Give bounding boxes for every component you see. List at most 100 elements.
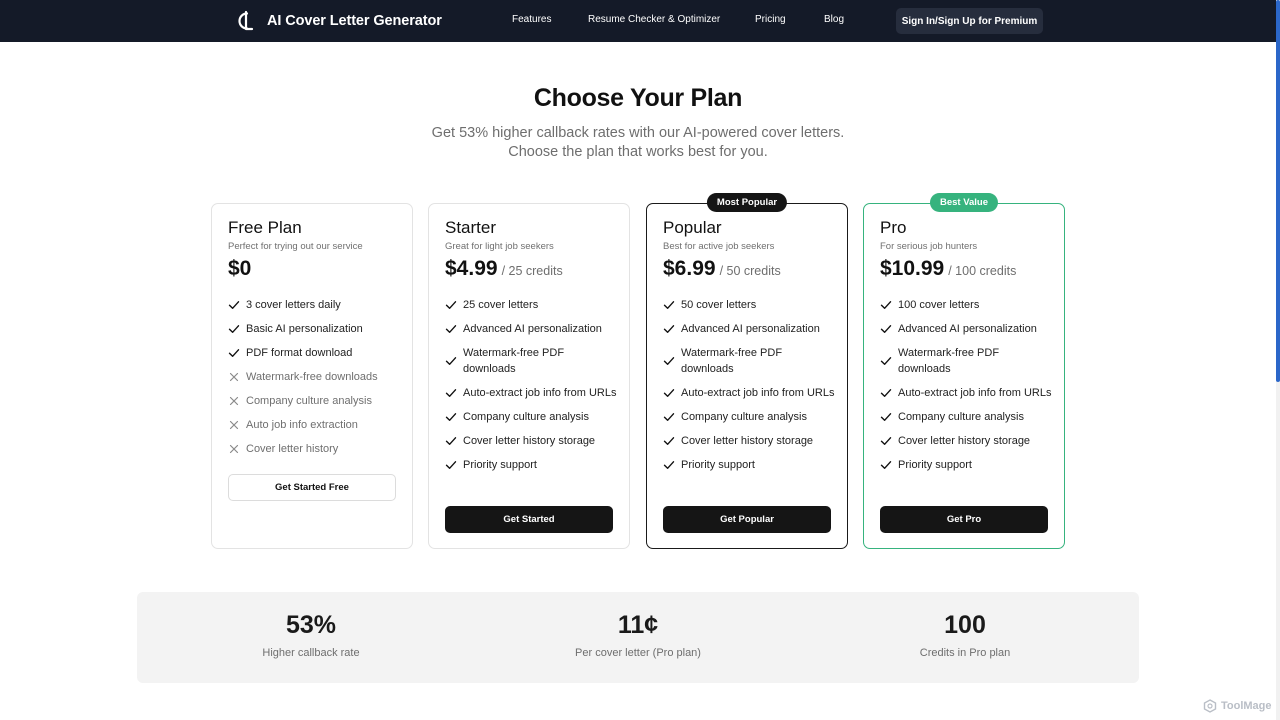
plan-name: Starter	[445, 218, 497, 237]
feature-text: Company culture analysis	[898, 411, 1024, 423]
stat-label: Per cover letter (Pro plan)	[575, 647, 701, 659]
feature-text: 3 cover letters daily	[246, 299, 341, 311]
x-icon	[228, 443, 240, 455]
check-icon	[228, 323, 240, 335]
check-icon	[445, 459, 457, 471]
get-popular-button[interactable]: Get Popular	[663, 506, 831, 533]
stat-label: Higher callback rate	[262, 647, 360, 659]
feature-item: Company culture analysis	[445, 409, 617, 425]
feature-text: Auto-extract job info from URLs	[463, 387, 617, 399]
check-icon	[880, 435, 892, 447]
feature-item: Auto-extract job info from URLs	[445, 385, 617, 401]
feature-text: Watermark-free PDF downloads	[463, 347, 565, 375]
check-icon	[880, 411, 892, 423]
subtitle-line-2: Choose the plan that works best for you.	[508, 144, 768, 160]
price-amount: $4.99	[445, 257, 498, 280]
check-icon	[445, 387, 457, 399]
cl-logo-icon	[236, 10, 256, 32]
feature-item: Advanced AI personalization	[880, 321, 1052, 337]
nav-link-pricing[interactable]: Pricing	[755, 14, 786, 25]
price-unit: / 50 credits	[719, 264, 781, 278]
get-pro-button[interactable]: Get Pro	[880, 506, 1048, 533]
feature-item: 3 cover letters daily	[228, 297, 400, 313]
subtitle-line-1: Get 53% higher callback rates with our A…	[431, 125, 845, 141]
check-icon	[445, 411, 457, 423]
brand[interactable]: AI Cover Letter Generator	[236, 10, 442, 32]
feature-item: Company culture analysis	[228, 393, 400, 409]
feature-item: Priority support	[663, 457, 835, 473]
price-amount: $0	[228, 257, 252, 280]
stat-value: 100	[944, 611, 986, 639]
brand-title: AI Cover Letter Generator	[267, 13, 442, 29]
price-unit: / 100 credits	[948, 264, 1017, 278]
feature-item: Watermark-free PDF downloads	[880, 345, 1052, 377]
x-icon	[228, 419, 240, 431]
check-icon	[880, 299, 892, 311]
plan-description: Best for active job seekers	[663, 241, 775, 252]
feature-item: Auto-extract job info from URLs	[880, 385, 1052, 401]
nav-link-features[interactable]: Features	[512, 14, 551, 25]
feature-item: Cover letter history storage	[880, 433, 1052, 449]
feature-text: Auto-extract job info from URLs	[898, 387, 1052, 399]
feature-list: 50 cover letters Advanced AI personalizat…	[663, 297, 835, 481]
price-amount: $6.99	[663, 257, 716, 280]
feature-item: Company culture analysis	[880, 409, 1052, 425]
feature-item: 25 cover letters	[445, 297, 617, 313]
feature-text: Company culture analysis	[246, 395, 372, 407]
feature-list: 100 cover letters Advanced AI personaliza…	[880, 297, 1052, 481]
check-icon	[445, 435, 457, 447]
feature-item: Advanced AI personalization	[445, 321, 617, 337]
check-icon	[663, 355, 675, 367]
feature-text: Cover letter history storage	[898, 435, 1031, 447]
check-icon	[445, 355, 457, 367]
plan-card-starter: Starter Great for light job seekers $4.9…	[428, 203, 630, 549]
check-icon	[880, 459, 892, 471]
most-popular-badge: Most Popular	[706, 193, 788, 212]
plan-name: Popular	[663, 218, 722, 237]
nav-link-blog[interactable]: Blog	[824, 14, 844, 25]
check-icon	[880, 355, 892, 367]
plan-price: $4.99 / 25 credits	[445, 257, 563, 281]
top-navbar: AI Cover Letter Generator Features Resum…	[0, 0, 1276, 42]
check-icon	[663, 435, 675, 447]
feature-text: Advanced AI personalization	[463, 323, 602, 335]
feature-list: 3 cover letters daily Basic AI personaliz…	[228, 297, 400, 465]
x-icon	[228, 371, 240, 383]
plan-name: Free Plan	[228, 218, 302, 237]
stat-label: Credits in Pro plan	[919, 647, 1011, 659]
plan-card-free: Free Plan Perfect for trying out our ser…	[211, 203, 413, 549]
best-value-badge: Best Value	[929, 193, 999, 212]
plan-price: $10.99 / 100 credits	[880, 257, 1016, 281]
nav-link-resume-checker[interactable]: Resume Checker & Optimizer	[588, 14, 720, 25]
plan-price: $0	[228, 257, 251, 281]
plan-price: $6.99 / 50 credits	[663, 257, 781, 281]
scrollbar-thumb[interactable]	[1276, 0, 1280, 382]
plan-description: Great for light job seekers	[445, 241, 554, 252]
check-icon	[663, 323, 675, 335]
stat-value: 53%	[285, 611, 337, 639]
get-started-free-button[interactable]: Get Started Free	[228, 474, 396, 501]
x-icon	[228, 395, 240, 407]
feature-text: Cover letter history storage	[463, 435, 596, 447]
feature-item: Company culture analysis	[663, 409, 835, 425]
feature-item: PDF format download	[228, 345, 400, 361]
feature-text: Basic AI personalization	[246, 323, 363, 335]
get-started-button[interactable]: Get Started	[445, 506, 613, 533]
feature-item: Watermark-free PDF downloads	[663, 345, 835, 377]
feature-text: Priority support	[898, 459, 972, 471]
feature-text: Watermark-free downloads	[246, 371, 378, 383]
feature-text: Auto job info extraction	[246, 419, 358, 431]
check-icon	[663, 411, 675, 423]
feature-item: Cover letter history	[228, 441, 400, 457]
check-icon	[663, 387, 675, 399]
watermark-text: ToolMage	[1221, 700, 1272, 712]
price-amount: $10.99	[880, 257, 945, 280]
feature-text: Advanced AI personalization	[898, 323, 1037, 335]
signin-button[interactable]: Sign In/Sign Up for Premium	[896, 8, 1043, 34]
check-icon	[228, 347, 240, 359]
feature-text: Priority support	[681, 459, 755, 471]
feature-text: PDF format download	[246, 347, 353, 359]
feature-text: Cover letter history storage	[681, 435, 814, 447]
feature-text: Watermark-free PDF downloads	[681, 347, 783, 375]
feature-item: Cover letter history storage	[445, 433, 617, 449]
